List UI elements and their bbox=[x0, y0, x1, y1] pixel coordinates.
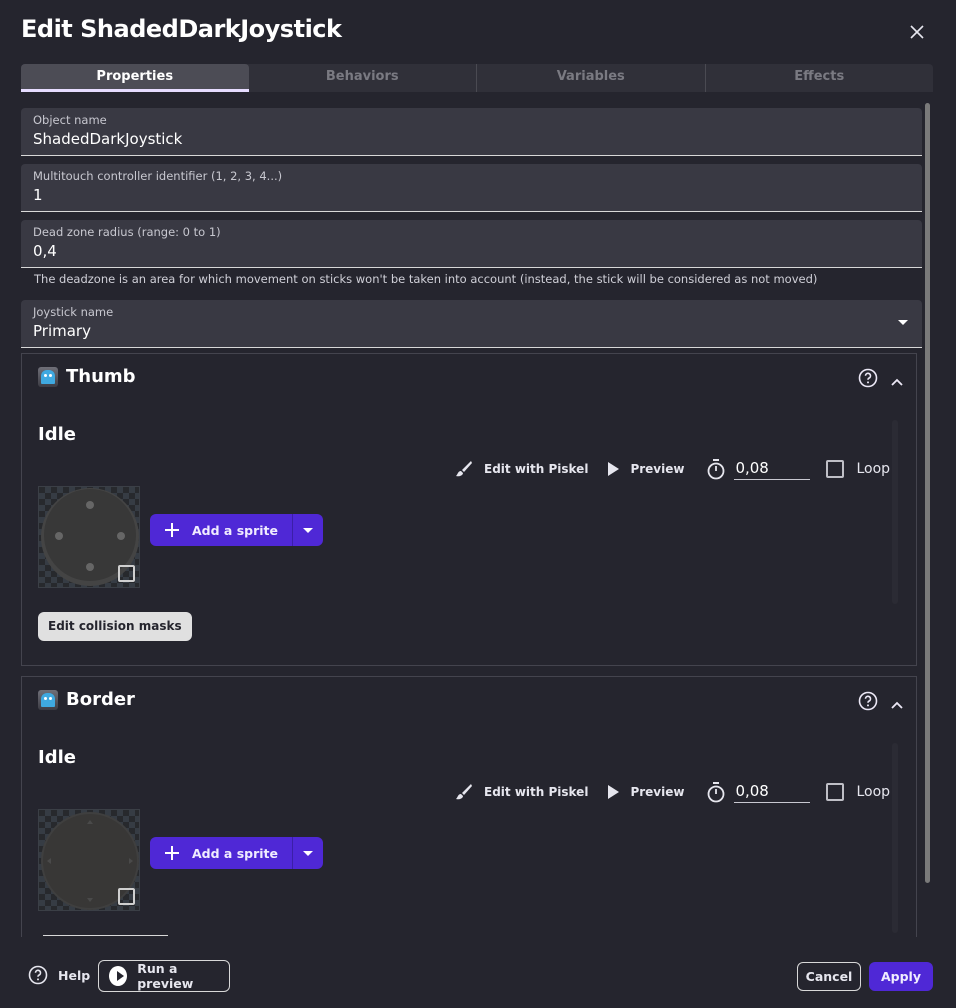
checkbox-icon[interactable] bbox=[826, 783, 845, 801]
tab-behaviors[interactable]: Behaviors bbox=[249, 64, 477, 92]
ghost-object-icon bbox=[38, 689, 58, 710]
sprite-select-checkbox[interactable] bbox=[118, 888, 135, 905]
sprite-thumbnail[interactable] bbox=[38, 486, 140, 588]
preview-label: Preview bbox=[630, 785, 685, 799]
preview-button[interactable]: Preview bbox=[606, 784, 684, 800]
animation-list-scrollbar[interactable] bbox=[892, 743, 898, 933]
help-icon[interactable] bbox=[858, 691, 878, 711]
timer-icon bbox=[708, 459, 725, 480]
tab-bar: Properties Behaviors Variables Effects bbox=[21, 64, 933, 92]
panel-title: Thumb bbox=[66, 366, 136, 387]
joystick-name-label: Joystick name bbox=[33, 305, 114, 319]
help-icon[interactable] bbox=[858, 368, 878, 388]
tab-properties[interactable]: Properties bbox=[21, 64, 249, 92]
add-sprite-split-button: Add a sprite bbox=[150, 837, 323, 869]
tab-effects[interactable]: Effects bbox=[706, 64, 934, 92]
loop-label: Loop bbox=[856, 461, 891, 477]
animation-name: Idle bbox=[38, 424, 76, 445]
preview-button[interactable]: Preview bbox=[606, 461, 684, 477]
object-name-label: Object name bbox=[33, 113, 107, 127]
chevron-down-icon bbox=[303, 527, 313, 533]
dialog-footer: Help Run a preview Cancel Apply bbox=[0, 937, 956, 1008]
joystick-name-value[interactable]: Primary bbox=[33, 322, 91, 340]
run-preview-button[interactable]: Run a preview bbox=[98, 960, 230, 992]
animation-toolbar: Edit with Piskel Preview Loop bbox=[454, 780, 890, 804]
close-icon bbox=[910, 25, 924, 39]
play-icon bbox=[608, 785, 620, 799]
animation-toolbar: Edit with Piskel Preview Loop bbox=[454, 457, 890, 481]
add-sprite-button[interactable]: Add a sprite bbox=[150, 837, 293, 869]
panel-header: Thumb bbox=[38, 366, 136, 387]
sprite-thumbnail[interactable] bbox=[38, 809, 140, 911]
object-name-input[interactable]: ShadedDarkJoystick bbox=[33, 130, 182, 148]
collision-button-edge bbox=[43, 935, 168, 936]
frame-duration-input[interactable] bbox=[734, 781, 811, 803]
timer-icon bbox=[708, 782, 725, 803]
dead-zone-field[interactable]: Dead zone radius (range: 0 to 1) 0,4 bbox=[21, 220, 922, 268]
edit-collision-masks-button[interactable]: Edit collision masks bbox=[38, 612, 192, 641]
add-sprite-button[interactable]: Add a sprite bbox=[150, 514, 293, 546]
sprite-panel-thumb: Thumb Idle Edit with Piskel Preview 0,08… bbox=[21, 353, 917, 666]
ghost-object-icon bbox=[38, 366, 58, 387]
run-preview-label: Run a preview bbox=[137, 961, 194, 991]
edit-object-dialog: Edit ShadedDarkJoystick Properties Behav… bbox=[0, 0, 956, 1008]
dead-zone-label: Dead zone radius (range: 0 to 1) bbox=[33, 225, 221, 239]
edit-with-piskel-label: Edit with Piskel bbox=[484, 462, 589, 476]
play-icon bbox=[608, 462, 620, 476]
plus-icon bbox=[165, 523, 179, 537]
preview-label: Preview bbox=[630, 462, 685, 476]
frame-duration bbox=[706, 458, 811, 480]
play-circle-icon bbox=[109, 966, 128, 986]
add-sprite-split-button: Add a sprite bbox=[150, 514, 323, 546]
animation-name: Idle bbox=[38, 747, 76, 768]
edit-with-piskel-label: Edit with Piskel bbox=[484, 785, 589, 799]
frame-duration bbox=[706, 781, 811, 803]
help-button[interactable]: Help bbox=[28, 965, 90, 985]
checkbox-icon[interactable] bbox=[826, 460, 845, 478]
dead-zone-input[interactable]: 0,4 bbox=[33, 242, 57, 260]
tab-variables[interactable]: Variables bbox=[477, 64, 706, 92]
loop-label: Loop bbox=[856, 784, 891, 800]
multitouch-id-label: Multitouch controller identifier (1, 2, … bbox=[33, 169, 283, 183]
paintbrush-icon bbox=[456, 461, 472, 477]
paintbrush-icon bbox=[456, 784, 472, 800]
multitouch-id-input[interactable]: 1 bbox=[33, 186, 43, 204]
loop-checkbox[interactable]: Loop bbox=[826, 460, 890, 478]
add-sprite-dropdown-button[interactable] bbox=[293, 837, 323, 869]
object-name-field[interactable]: Object name ShadedDarkJoystick bbox=[21, 108, 922, 156]
chevron-up-icon[interactable] bbox=[890, 695, 904, 709]
chevron-down-icon bbox=[303, 850, 313, 856]
sprite-select-checkbox[interactable] bbox=[118, 565, 135, 582]
add-sprite-label: Add a sprite bbox=[192, 845, 278, 861]
help-label: Help bbox=[58, 967, 91, 983]
properties-scroll-area: Object name ShadedDarkJoystick Multitouc… bbox=[0, 92, 956, 937]
plus-icon bbox=[165, 846, 179, 860]
loop-checkbox[interactable]: Loop bbox=[826, 783, 890, 801]
sprite-panel-border: Border Idle Edit with Piskel Preview 0,0… bbox=[21, 676, 917, 937]
animation-list-scrollbar[interactable] bbox=[892, 420, 898, 604]
help-icon bbox=[28, 965, 48, 985]
edit-with-piskel-button[interactable]: Edit with Piskel bbox=[454, 782, 588, 802]
cancel-button[interactable]: Cancel bbox=[797, 962, 861, 991]
apply-button[interactable]: Apply bbox=[869, 962, 933, 991]
add-sprite-dropdown-button[interactable] bbox=[293, 514, 323, 546]
close-button[interactable] bbox=[906, 21, 928, 43]
dialog-title: Edit ShadedDarkJoystick bbox=[21, 15, 342, 43]
frame-duration-input[interactable] bbox=[734, 458, 811, 480]
chevron-down-icon bbox=[898, 320, 908, 325]
dead-zone-helper-text: The deadzone is an area for which moveme… bbox=[34, 272, 818, 286]
edit-with-piskel-button[interactable]: Edit with Piskel bbox=[454, 459, 588, 479]
panel-header: Border bbox=[38, 689, 135, 710]
panel-title: Border bbox=[66, 689, 135, 710]
main-scrollbar[interactable] bbox=[925, 103, 930, 883]
joystick-name-select[interactable]: Joystick name Primary bbox=[21, 300, 922, 348]
add-sprite-label: Add a sprite bbox=[192, 522, 278, 538]
multitouch-id-field[interactable]: Multitouch controller identifier (1, 2, … bbox=[21, 164, 922, 212]
chevron-up-icon[interactable] bbox=[890, 372, 904, 386]
